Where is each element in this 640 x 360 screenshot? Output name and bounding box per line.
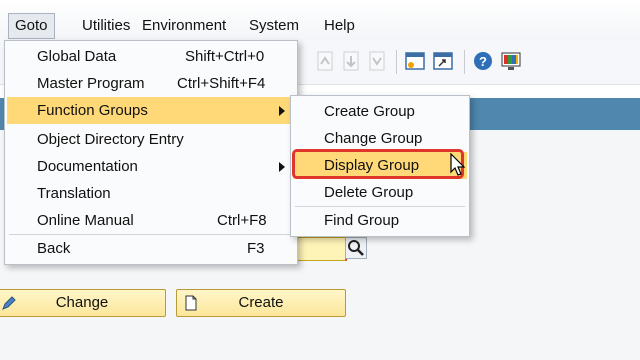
mouse-pointer-icon — [450, 153, 466, 176]
menu-help[interactable]: Help — [324, 16, 355, 36]
menu-item-find-group[interactable]: Find Group — [293, 207, 467, 234]
menu-item-change-group[interactable]: Change Group — [293, 125, 467, 152]
customize-layout-icon[interactable] — [500, 50, 522, 72]
search-help-button[interactable] — [345, 237, 367, 259]
shortcut-text: Ctrl+Shift+F4 — [177, 75, 266, 92]
new-session-icon[interactable] — [404, 50, 426, 72]
change-button[interactable]: Change — [0, 289, 166, 317]
menu-system[interactable]: System — [249, 16, 299, 36]
first-page-icon[interactable] — [314, 50, 336, 72]
menu-item-back[interactable]: Back F3 — [7, 235, 295, 262]
menu-item-master-program[interactable]: Master Program Ctrl+Shift+F4 — [7, 70, 295, 97]
create-button[interactable]: Create — [176, 289, 346, 317]
shortcut-text: Ctrl+F8 — [217, 212, 267, 229]
new-document-icon — [185, 295, 197, 311]
help-icon[interactable]: ? — [472, 50, 494, 72]
next-page-icon[interactable] — [366, 50, 388, 72]
menu-goto[interactable]: Goto — [8, 13, 55, 39]
create-button-label: Create — [238, 294, 284, 311]
menu-utilities[interactable]: Utilities — [82, 16, 130, 36]
menu-item-object-directory-entry[interactable]: Object Directory Entry — [7, 126, 295, 153]
shortcut-text: Shift+Ctrl+0 — [185, 48, 265, 65]
menu-item-translation[interactable]: Translation — [7, 180, 295, 207]
previous-page-icon[interactable] — [340, 50, 362, 72]
toolbar-divider — [464, 50, 465, 74]
shortcut-icon[interactable] — [432, 50, 454, 72]
menu-item-online-manual[interactable]: Online Manual Ctrl+F8 — [7, 207, 295, 234]
menu-item-delete-group[interactable]: Delete Group — [293, 179, 467, 206]
submenu-arrow-icon — [279, 106, 285, 116]
shortcut-text: F3 — [247, 240, 265, 257]
menu-item-global-data[interactable]: Global Data Shift+Ctrl+0 — [7, 43, 295, 70]
menu-environment[interactable]: Environment — [142, 16, 226, 36]
highlight-frame — [292, 149, 464, 179]
goto-menu: Global Data Shift+Ctrl+0 Master Program … — [4, 40, 298, 265]
menu-item-function-groups[interactable]: Function Groups — [7, 97, 295, 124]
search-icon — [348, 240, 364, 256]
menu-item-create-group[interactable]: Create Group — [293, 98, 467, 125]
svg-text:?: ? — [479, 54, 487, 69]
menu-item-documentation[interactable]: Documentation — [7, 153, 295, 180]
pencil-icon — [2, 296, 16, 310]
submenu-arrow-icon — [279, 162, 285, 172]
toolbar-divider — [396, 50, 397, 74]
function-group-input[interactable] — [290, 237, 347, 261]
menu-bar: Goto Utilities Environment System Help — [0, 0, 640, 41]
change-button-label: Change — [55, 294, 109, 311]
